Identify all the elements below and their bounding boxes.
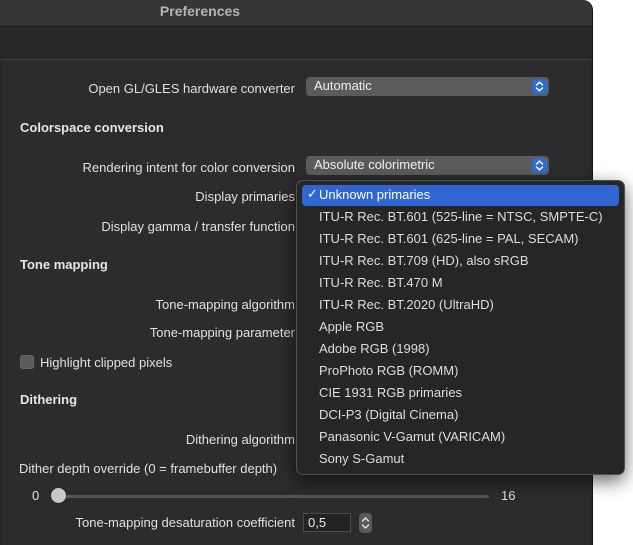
title-bar[interactable]: Preferences — [0, 0, 592, 27]
tone-mapping-algorithm-label: Tone-mapping algorithm — [155, 297, 295, 312]
highlight-clipped-label: Highlight clipped pixels — [40, 355, 173, 370]
menu-item-primaries[interactable]: ITU-R Rec. BT.709 (HD), also sRGB — [302, 251, 619, 272]
menu-item-label: ITU-R Rec. BT.2020 (UltraHD) — [319, 297, 494, 312]
slider-min-label: 0 — [32, 488, 40, 503]
colorspace-heading: Colorspace conversion — [20, 120, 164, 135]
desaturation-input[interactable]: 0,5 — [303, 513, 351, 532]
menu-item-label: ITU-R Rec. BT.470 M — [319, 275, 443, 290]
rendering-intent-value: Absolute colorimetric — [314, 157, 435, 172]
rendering-intent-select[interactable]: Absolute colorimetric — [306, 156, 549, 175]
menu-item-label: ProPhoto RGB (ROMM) — [319, 363, 459, 378]
menu-item-primaries[interactable]: ITU-R Rec. BT.470 M — [302, 273, 619, 294]
tone-mapping-heading: Tone mapping — [20, 257, 108, 272]
menu-item-label: ITU-R Rec. BT.601 (625-line = PAL, SECAM… — [319, 231, 579, 246]
menu-item-label: ITU-R Rec. BT.601 (525-line = NTSC, SMPT… — [319, 209, 603, 224]
hw-converter-select[interactable]: Automatic — [306, 77, 549, 96]
desaturation-label: Tone-mapping desaturation coefficient — [75, 515, 295, 530]
slider-knob[interactable] — [51, 488, 66, 503]
display-primaries-label: Display primaries — [195, 189, 295, 204]
menu-item-primaries[interactable]: Panasonic V-Gamut (VARICAM) — [302, 427, 619, 448]
menu-item-primaries[interactable]: ITU-R Rec. BT.601 (525-line = NTSC, SMPT… — [302, 207, 619, 228]
select-arrows-icon — [532, 158, 547, 173]
menu-item-label: Apple RGB — [319, 319, 385, 334]
menu-item-primaries[interactable]: Adobe RGB (1998) — [302, 339, 619, 360]
stepper-arrows-icon — [361, 517, 370, 529]
dither-depth-slider[interactable] — [59, 495, 489, 498]
display-gamma-label: Display gamma / transfer function — [101, 219, 295, 234]
highlight-clipped-checkbox[interactable] — [20, 355, 34, 369]
dithering-algorithm-label: Dithering algorithm — [185, 432, 295, 447]
desaturation-stepper[interactable] — [359, 513, 372, 533]
rendering-intent-label: Rendering intent for color conversion — [82, 160, 295, 175]
dither-depth-label: Dither depth override (0 = framebuffer d… — [19, 461, 278, 476]
dithering-heading: Dithering — [20, 392, 78, 407]
menu-item-label: ITU-R Rec. BT.709 (HD), also sRGB — [319, 253, 529, 268]
menu-item-primaries[interactable]: CIE 1931 RGB primaries — [302, 383, 619, 404]
menu-item-primaries[interactable]: ITU-R Rec. BT.601 (625-line = PAL, SECAM… — [302, 229, 619, 250]
select-arrows-icon — [532, 79, 547, 94]
menu-item-primaries[interactable]: DCI-P3 (Digital Cinema) — [302, 405, 619, 426]
display-primaries-dropdown-menu: ✓ Unknown primaries ITU-R Rec. BT.601 (525… — [296, 180, 625, 475]
hw-converter-label: Open GL/GLES hardware converter — [88, 81, 295, 96]
checkmark-icon: ✓ — [307, 186, 318, 201]
tone-mapping-parameter-label: Tone-mapping parameter — [149, 325, 295, 340]
hw-converter-value: Automatic — [314, 78, 372, 93]
menu-item-label: DCI-P3 (Digital Cinema) — [319, 407, 459, 422]
menu-item-label: CIE 1931 RGB primaries — [319, 385, 463, 400]
menu-item-primaries[interactable]: ✓ Unknown primaries — [302, 185, 619, 206]
menu-item-label: Panasonic V-Gamut (VARICAM) — [319, 429, 506, 444]
window-title: Preferences — [159, 3, 241, 19]
menu-item-primaries[interactable]: ProPhoto RGB (ROMM) — [302, 361, 619, 382]
menu-item-primaries[interactable]: ITU-R Rec. BT.2020 (UltraHD) — [302, 295, 619, 316]
menu-item-primaries[interactable]: Sony S-Gamut — [302, 449, 619, 470]
menu-item-label: Adobe RGB (1998) — [319, 341, 430, 356]
menu-item-label: Unknown primaries — [319, 187, 431, 202]
slider-max-label: 16 — [501, 488, 516, 503]
menu-item-primaries[interactable]: Apple RGB — [302, 317, 619, 338]
menu-item-label: Sony S-Gamut — [319, 451, 405, 466]
